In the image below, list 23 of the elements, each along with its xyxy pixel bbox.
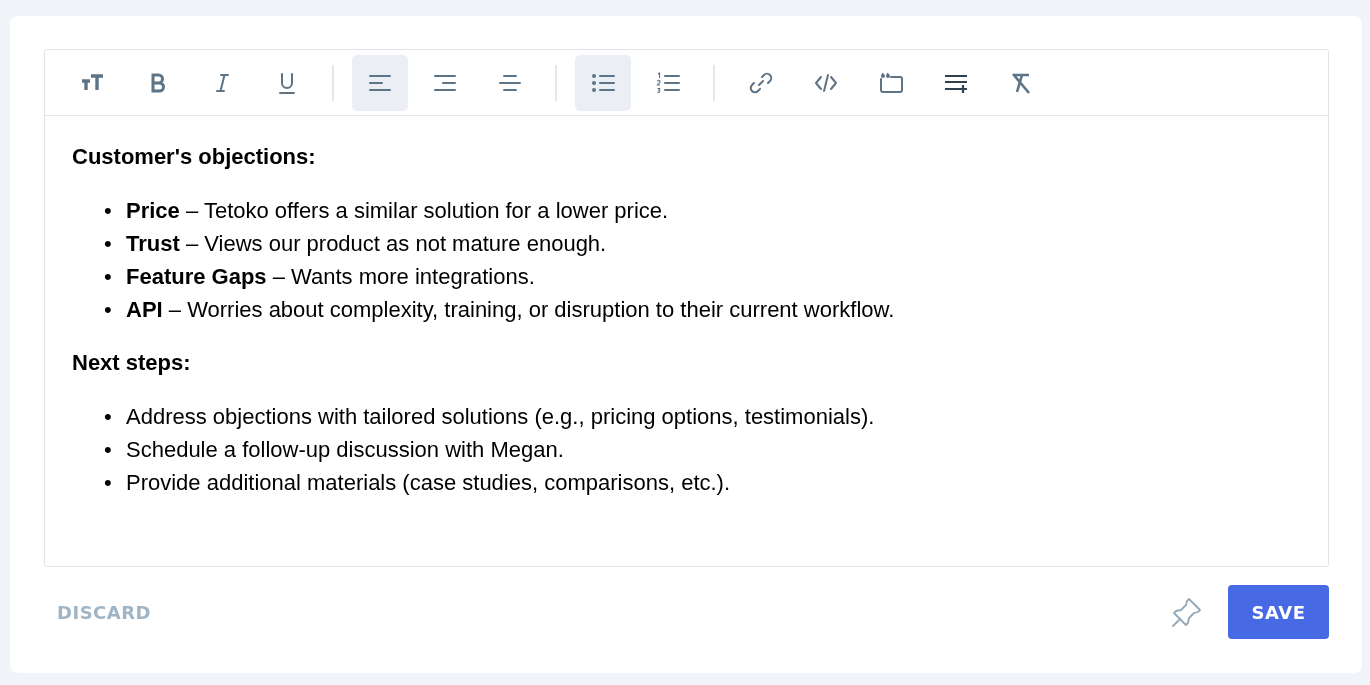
link-icon — [749, 70, 773, 95]
list-item: Trust – Views our product as not mature enough. — [126, 230, 607, 258]
section-heading: Customer's objections: — [72, 144, 317, 170]
bullet: • — [104, 469, 113, 497]
bullet: • — [104, 403, 113, 431]
bullet: • — [104, 230, 113, 258]
save-button[interactable]: SAVE — [1228, 585, 1329, 639]
list-item: Schedule a follow-up discussion with Megan. — [126, 436, 564, 464]
pin-icon — [1170, 595, 1204, 629]
bullet: • — [104, 197, 113, 225]
list-item: Price – Tetoko offers a similar solution for a lower price. — [126, 197, 669, 225]
bullet: • — [104, 263, 113, 291]
align-left-button[interactable] — [352, 54, 408, 111]
list-item: Provide additional materials (case studies, comparisons, etc.). — [126, 469, 731, 497]
section-heading: Next steps: — [72, 350, 192, 376]
list-item: Address objections with tailored solutions (e.g., pricing options, testimonials). — [126, 403, 875, 431]
bullet: • — [104, 436, 113, 464]
list-item: API – Worries about complexity, training, or disruption to their current workflow. — [126, 296, 895, 324]
bullet-list-button[interactable] — [575, 54, 631, 111]
bullet: • — [104, 296, 113, 324]
list-item: Feature Gaps – Wants more integrations. — [126, 263, 535, 291]
quote-icon — [879, 70, 903, 95]
numbered-list-icon — [656, 70, 680, 95]
